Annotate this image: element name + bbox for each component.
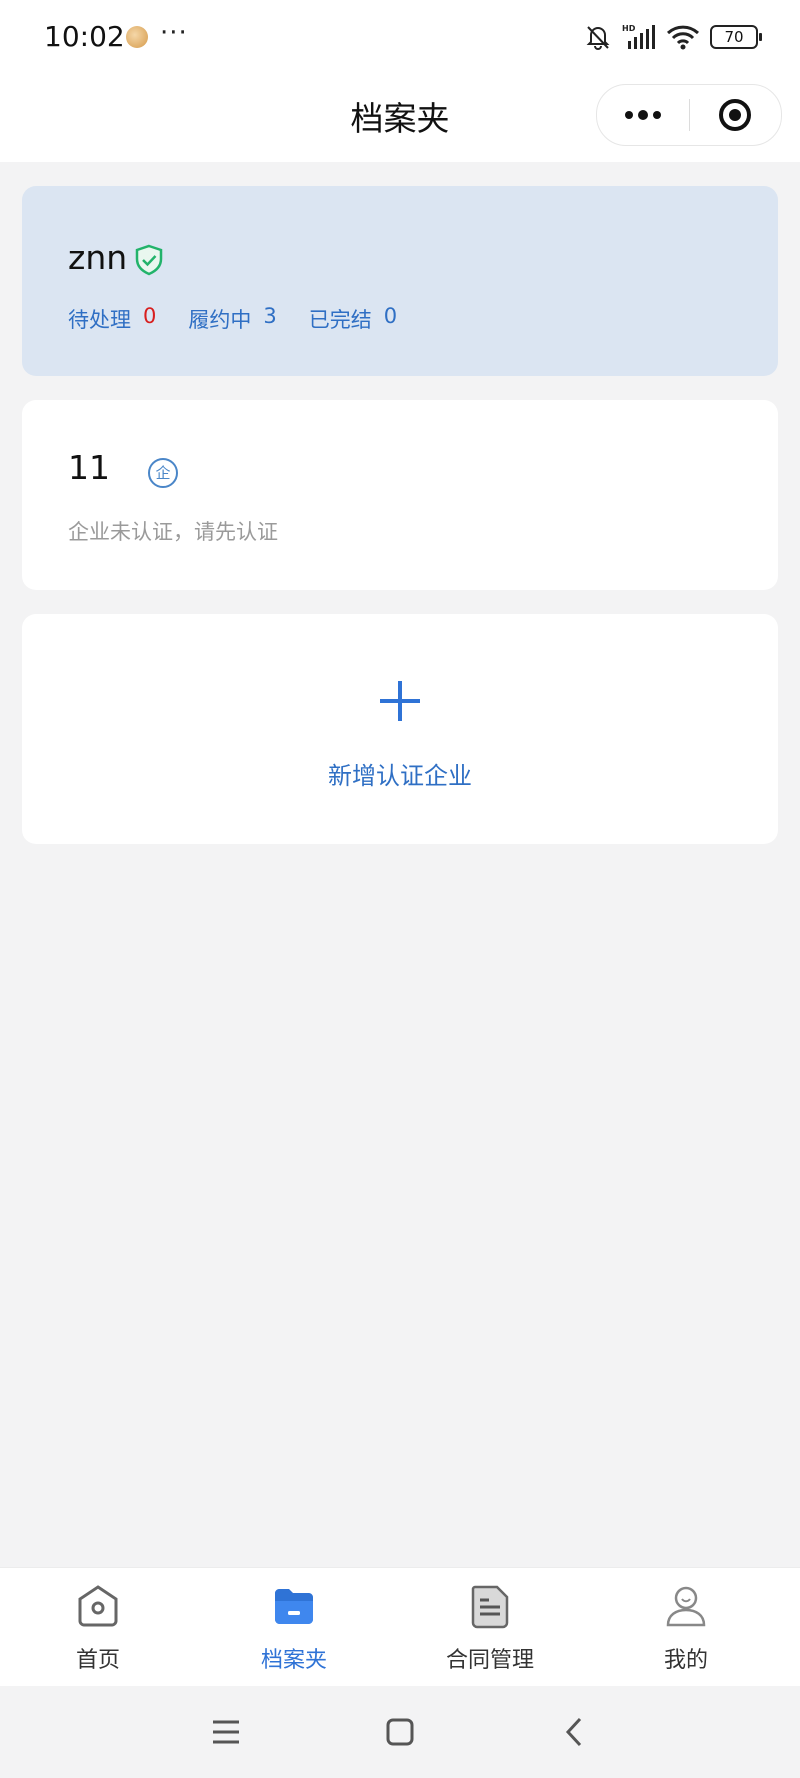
user-name: znn [68, 238, 128, 277]
enterprise-badge-icon: 企 [148, 458, 178, 488]
status-icons: HD 70 [584, 22, 762, 52]
home-square-icon [386, 1718, 414, 1746]
company-name: 11 [68, 448, 110, 487]
signal-icon: HD [622, 24, 655, 49]
stat-pending[interactable]: 待处理 0 [68, 304, 156, 334]
status-time: 10:02 [44, 20, 125, 53]
back-icon [565, 1717, 582, 1747]
user-icon [666, 1586, 706, 1627]
more-dots-icon [624, 110, 661, 120]
close-button[interactable] [690, 85, 782, 145]
tab-home[interactable]: 首页 [0, 1568, 196, 1686]
stat-in-progress[interactable]: 履约中 3 [188, 304, 276, 334]
system-home-button[interactable] [380, 1712, 420, 1752]
tab-contracts[interactable]: 合同管理 [392, 1568, 588, 1686]
status-more-icon: ··· [160, 18, 188, 48]
user-card[interactable]: znn 待处理 0 履约中 3 已完结 0 [22, 186, 778, 376]
signal-hd-label: HD [622, 24, 636, 33]
tab-label: 档案夹 [260, 1648, 327, 1673]
mini-program-capsule [596, 84, 782, 146]
status-bar: 10:02 ··· HD 70 [0, 0, 800, 74]
nav-bar: 档案夹 [0, 74, 800, 162]
contract-stats: 待处理 0 履约中 3 已完结 0 [68, 304, 397, 334]
stat-label: 待处理 [68, 308, 131, 332]
wifi-icon [666, 25, 700, 50]
plus-icon [380, 681, 420, 721]
home-icon [78, 1585, 118, 1627]
company-verify-note: 企业未认证，请先认证 [68, 520, 278, 544]
close-target-icon [719, 99, 752, 131]
more-button[interactable] [597, 85, 689, 145]
add-company-label: 新增认证企业 [328, 762, 472, 790]
tab-label: 我的 [663, 1648, 708, 1673]
add-company-button[interactable]: 新增认证企业 [22, 614, 778, 844]
stat-label: 履约中 [188, 308, 252, 332]
screen: 10:02 ··· HD 70 档案夹 znn 待处理 0 履约中 3 已完结 … [0, 0, 800, 1778]
folder-icon [275, 1589, 313, 1624]
menu-icon [213, 1720, 239, 1744]
tab-folder[interactable]: 档案夹 [196, 1568, 392, 1686]
system-back-button[interactable] [554, 1712, 594, 1752]
system-menu-button[interactable] [206, 1712, 246, 1752]
tab-label: 首页 [75, 1648, 120, 1673]
stat-value: 0 [143, 304, 157, 328]
tab-mine[interactable]: 我的 [588, 1568, 784, 1686]
stat-completed[interactable]: 已完结 0 [309, 304, 397, 334]
shield-check-icon [135, 244, 163, 276]
document-icon [471, 1585, 509, 1629]
stat-value: 0 [383, 304, 398, 328]
tab-bar: 首页 档案夹 合同管理 我的 [0, 1567, 800, 1686]
stat-label: 已完结 [308, 308, 372, 332]
system-navigation-bar [0, 1686, 800, 1778]
stat-value: 3 [263, 304, 277, 328]
mute-bell-icon [586, 26, 610, 50]
tab-label: 合同管理 [445, 1648, 534, 1673]
company-card[interactable]: 11 企 企业未认证，请先认证 [22, 400, 778, 590]
battery-icon: 70 [710, 25, 762, 49]
app-avatar-icon [126, 26, 148, 48]
